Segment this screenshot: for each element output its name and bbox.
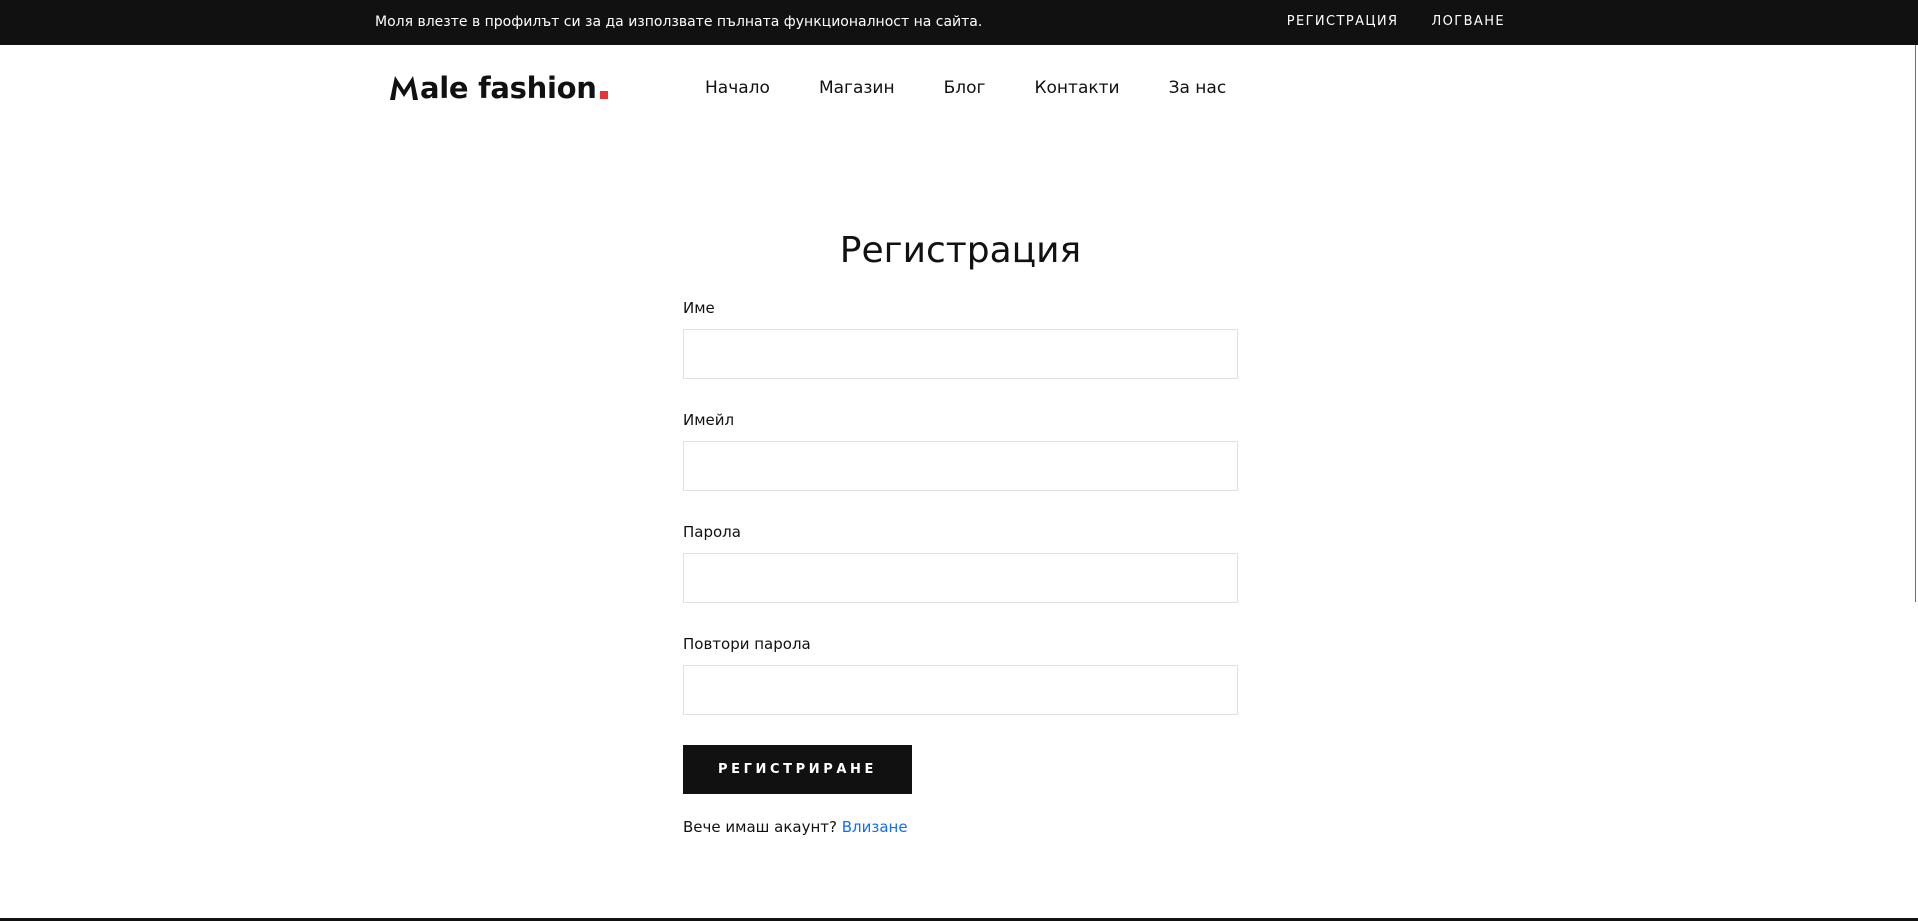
site-logo[interactable]: ale fashion [390, 71, 608, 105]
repeat-password-label: Повтори парола [683, 635, 811, 653]
nav-item-home[interactable]: Начало [705, 76, 770, 100]
nav-item-shop[interactable]: Магазин [819, 76, 895, 100]
account-links: РЕГИСТРАЦИЯ ЛОГВАНЕ [1287, 14, 1505, 30]
login-link-top[interactable]: ЛОГВАНЕ [1431, 14, 1505, 30]
password-label: Парола [683, 523, 741, 541]
name-label: Име [683, 299, 715, 317]
nav-item-blog[interactable]: Блог [944, 76, 986, 100]
nav-item-contacts[interactable]: Контакти [1034, 76, 1119, 100]
logo-dot [599, 91, 608, 99]
scrollbar[interactable] [1915, 45, 1916, 602]
repeat-password-input[interactable] [683, 665, 1238, 715]
login-notice: Моля влезте в профилът си за да използва… [375, 14, 983, 30]
register-button[interactable]: РЕГИСТРИРАНЕ [683, 745, 912, 794]
register-link[interactable]: РЕГИСТРАЦИЯ [1287, 14, 1399, 30]
login-prompt-text: Вече имаш акаунт? [683, 818, 837, 836]
logo-m-icon [390, 76, 418, 100]
top-bar: Моля влезте в профилът си за да използва… [0, 0, 1918, 45]
login-prompt-line: Вече имаш акаунт? Влизане [683, 817, 908, 837]
email-label: Имейл [683, 411, 735, 429]
login-link[interactable]: Влизане [842, 818, 908, 836]
page-title: Регистрация [839, 230, 1082, 271]
main-nav: Начало Магазин Блог Контакти За нас [705, 76, 1226, 100]
password-input[interactable] [683, 553, 1238, 603]
email-input[interactable] [683, 441, 1238, 491]
name-input[interactable] [683, 329, 1238, 379]
nav-item-about[interactable]: За нас [1169, 76, 1227, 100]
logo-text: ale fashion [420, 71, 597, 105]
